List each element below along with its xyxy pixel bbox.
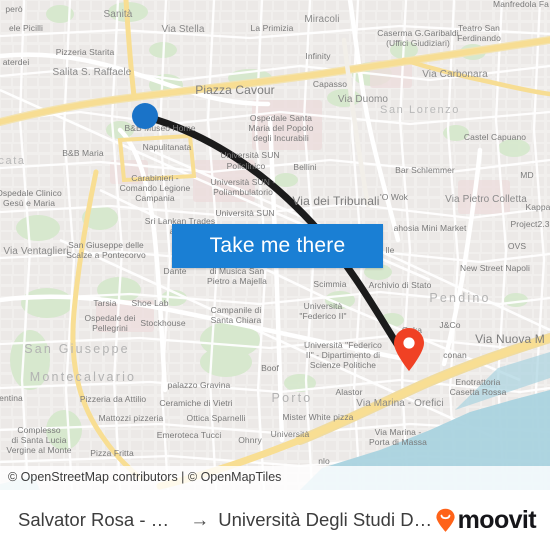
origin-marker[interactable]: [132, 103, 158, 129]
route-summary: Salvator Rosa - Mus… → Università Degli …: [18, 509, 435, 531]
origin-name: Salvator Rosa - Mus…: [18, 509, 181, 530]
moovit-wordmark: moovit: [457, 505, 537, 534]
destination-pin[interactable]: [392, 327, 426, 372]
moovit-pin-icon: [435, 508, 456, 533]
destination-name: Università Degli Studi Di Na…: [218, 509, 434, 530]
footer-bar: Salvator Rosa - Mus… → Università Degli …: [0, 490, 550, 550]
moovit-logo[interactable]: moovit: [435, 505, 537, 534]
moovit-map-widget: però ele Picilli aterdei Pizzeria Starita Sa…: [0, 0, 550, 550]
take-me-there-button[interactable]: Take me there: [172, 224, 383, 268]
map-attribution: © OpenStreetMap contributors | © OpenMap…: [0, 466, 550, 490]
arrow-right-icon: →: [190, 509, 210, 531]
